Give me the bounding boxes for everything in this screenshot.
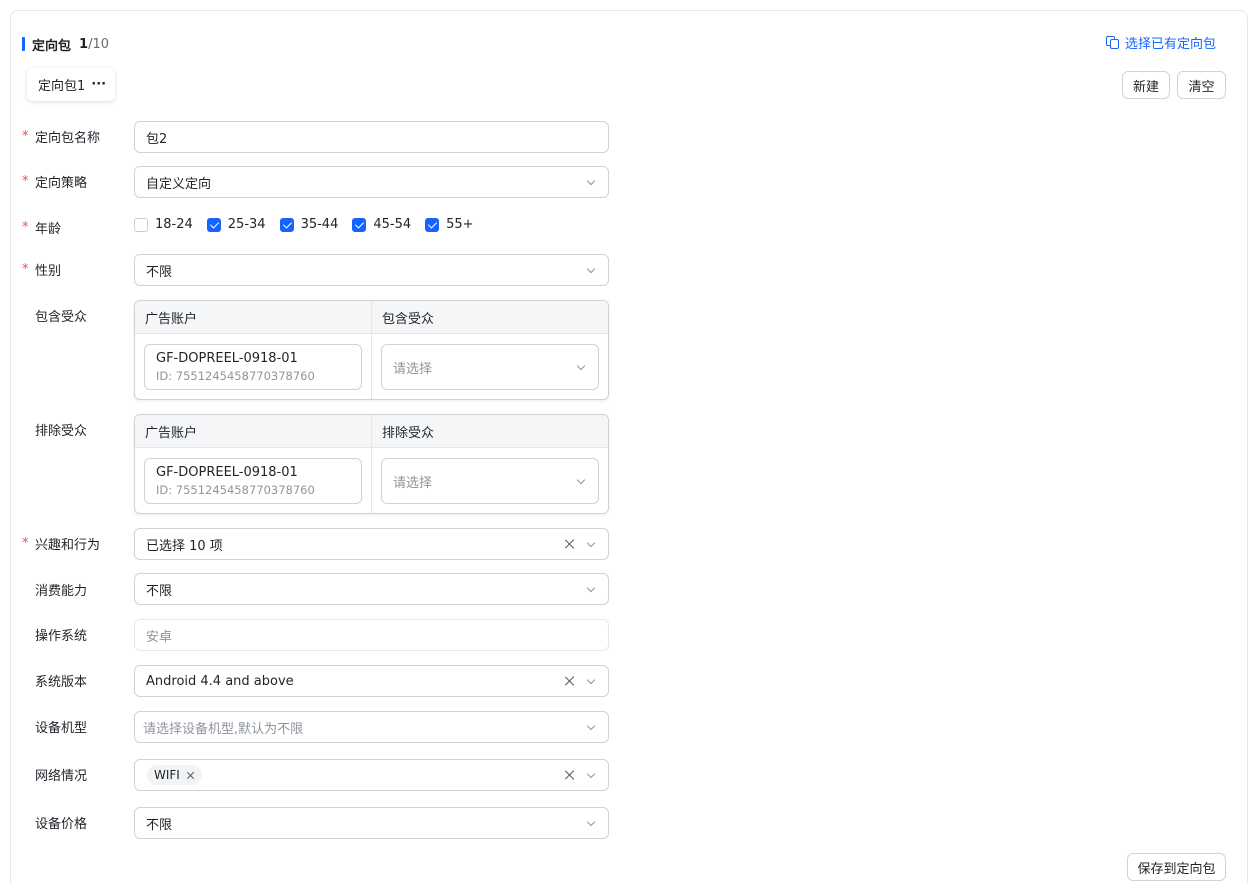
- section-title: 定向包 1/10: [22, 36, 109, 54]
- chevron-down-icon: [585, 538, 597, 550]
- include-audience-select[interactable]: 请选择: [381, 344, 599, 390]
- chevron-down-icon: [585, 675, 597, 687]
- strategy-label: * 定向策略: [22, 174, 88, 191]
- checkbox-checked[interactable]: [279, 217, 294, 232]
- column-header-ad-account: 广告账户: [135, 301, 372, 333]
- exclude-audience-label: 排除受众: [35, 424, 88, 439]
- age-option-45-54[interactable]: 45-54: [352, 217, 411, 232]
- chevron-down-icon: [585, 817, 597, 829]
- column-header-ad-account: 广告账户: [135, 415, 372, 447]
- gender-select[interactable]: 不限: [134, 254, 609, 286]
- chevron-down-icon: [585, 721, 597, 733]
- tag-remove-icon[interactable]: [186, 771, 195, 780]
- select-existing-package-link[interactable]: 选择已有定向包: [1105, 33, 1216, 52]
- interest-select[interactable]: 已选择 10 项: [134, 528, 609, 560]
- save-to-package-button[interactable]: 保存到定向包: [1127, 853, 1226, 881]
- exclude-audience-select[interactable]: 请选择: [381, 458, 599, 504]
- os-version-select[interactable]: Android 4.4 and above: [134, 665, 609, 697]
- title-accent-bar: [22, 37, 25, 51]
- chevron-down-icon: [585, 769, 597, 781]
- name-label: * 定向包名称: [22, 129, 101, 146]
- package-count: 1/10: [79, 36, 109, 52]
- ad-account-box: GF-DOPREEL-0918-01 ID: 75512454587703787…: [144, 344, 362, 390]
- device-model-select[interactable]: 请选择设备机型,默认为不限: [134, 711, 609, 743]
- package-tab-1[interactable]: 定向包1 ···: [27, 68, 115, 101]
- copy-icon: [1105, 35, 1120, 50]
- new-button[interactable]: 新建: [1122, 71, 1170, 99]
- column-header-include-audience: 包含受众: [382, 311, 435, 327]
- package-tab-label: 定向包1: [38, 79, 86, 94]
- checkbox-checked[interactable]: [352, 217, 367, 232]
- strategy-select[interactable]: 自定义定向: [134, 166, 609, 198]
- interest-label: * 兴趣和行为: [22, 536, 101, 553]
- checkbox[interactable]: [134, 217, 148, 232]
- network-select[interactable]: WIFI: [134, 759, 609, 791]
- os-field: 安卓: [134, 619, 609, 651]
- table-row: GF-DOPREEL-0918-01 ID: 75512454587703787…: [135, 334, 608, 399]
- chevron-down-icon: [585, 583, 597, 595]
- ad-account-box: GF-DOPREEL-0918-01 ID: 75512454587703787…: [144, 458, 362, 504]
- chevron-down-icon: [575, 475, 587, 487]
- section-title-text: 定向包: [32, 38, 72, 54]
- chevron-down-icon: [575, 361, 587, 373]
- device-model-label: 设备机型: [35, 721, 88, 736]
- age-option-35-44[interactable]: 35-44: [279, 217, 338, 232]
- exclude-audience-table: 广告账户 排除受众 GF-DOPREEL-0918-01 ID: 7551245…: [134, 414, 609, 514]
- more-icon[interactable]: ···: [91, 77, 106, 92]
- include-audience-table: 广告账户 包含受众 GF-DOPREEL-0918-01 ID: 7551245…: [134, 300, 609, 400]
- device-price-select[interactable]: 不限: [134, 807, 609, 839]
- include-audience-label: 包含受众: [35, 310, 88, 325]
- network-tag-wifi: WIFI: [147, 765, 202, 785]
- age-checkbox-group: 18-24 25-34 35-44 45-54 55+: [134, 217, 488, 232]
- os-version-label: 系统版本: [35, 675, 88, 690]
- clear-icon[interactable]: [563, 768, 577, 782]
- age-option-18-24[interactable]: 18-24: [134, 217, 193, 232]
- age-label: * 年龄: [22, 220, 62, 237]
- spending-label: 消费能力: [35, 584, 88, 599]
- age-option-25-34[interactable]: 25-34: [206, 217, 266, 232]
- chevron-down-icon: [585, 176, 597, 188]
- checkbox-checked[interactable]: [425, 217, 440, 232]
- os-label: 操作系统: [35, 629, 88, 644]
- network-label: 网络情况: [35, 769, 88, 784]
- spending-select[interactable]: 不限: [134, 573, 609, 605]
- gender-label: * 性别: [22, 262, 62, 279]
- package-name-input[interactable]: 包2: [134, 121, 609, 153]
- chevron-down-icon: [585, 264, 597, 276]
- table-row: GF-DOPREEL-0918-01 ID: 75512454587703787…: [135, 448, 608, 513]
- clear-button[interactable]: 清空: [1177, 71, 1226, 99]
- age-option-55-plus[interactable]: 55+: [425, 217, 474, 232]
- column-header-exclude-audience: 排除受众: [382, 425, 435, 441]
- clear-icon[interactable]: [563, 537, 577, 551]
- device-price-label: 设备价格: [35, 817, 88, 832]
- checkbox-checked[interactable]: [206, 217, 221, 232]
- clear-icon[interactable]: [563, 674, 577, 688]
